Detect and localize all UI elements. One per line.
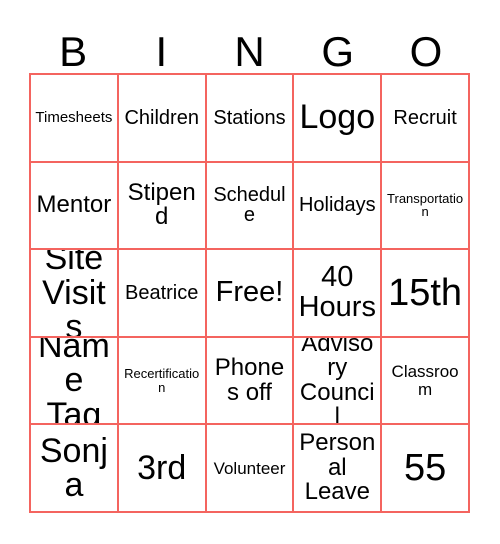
bingo-header-cell-g: G: [294, 18, 382, 73]
bingo-cell-label: Transportation: [387, 191, 464, 220]
bingo-cell[interactable]: Personal Leave: [294, 425, 383, 513]
bingo-cell[interactable]: Volunteer: [206, 425, 295, 513]
bingo-cell[interactable]: Advisory Council: [294, 337, 383, 426]
bingo-cell[interactable]: Logo: [294, 75, 383, 163]
bingo-cell-label: Mentor: [36, 191, 112, 219]
bingo-cell-label: 15th: [388, 271, 463, 314]
bingo-header-letter-g: G: [321, 28, 355, 75]
bingo-cell-label: Schedule: [213, 184, 286, 227]
bingo-header-letter-b: B: [59, 28, 88, 75]
bingo-header-cell-o: O: [382, 18, 470, 73]
bingo-cell-label: Beatrice: [125, 281, 199, 304]
bingo-cell[interactable]: Mentor: [31, 162, 119, 251]
bingo-cell[interactable]: Phones off: [206, 337, 295, 426]
bingo-cell-label: Stations: [213, 106, 286, 129]
bingo-cell[interactable]: Stipend: [118, 162, 207, 251]
bingo-cell-label: Recertification: [124, 366, 200, 395]
bingo-cell[interactable]: Schedule: [206, 162, 295, 251]
bingo-cell[interactable]: Recruit: [382, 75, 470, 163]
bingo-header-letter-o: O: [409, 28, 443, 75]
bingo-cell-free[interactable]: Free!: [206, 250, 295, 338]
bingo-cell-label: Site Visits: [42, 250, 106, 338]
bingo-cell-label: Holidays: [298, 194, 376, 217]
bingo-cell-label: Timesheets: [35, 109, 113, 127]
bingo-cell-label: Recruit: [393, 106, 457, 129]
bingo-header-letter-n: N: [234, 28, 265, 75]
bingo-cell[interactable]: Sonja: [31, 425, 119, 513]
bingo-cell[interactable]: Holidays: [294, 162, 383, 251]
bingo-cell-label: Logo: [299, 98, 376, 137]
bingo-header: B I N G O: [29, 18, 470, 73]
bingo-cell[interactable]: 40 Hours: [294, 250, 383, 338]
bingo-cell-label: Children: [124, 106, 199, 129]
bingo-cell-label: Phones off: [214, 354, 285, 406]
bingo-cell[interactable]: 3rd: [118, 425, 207, 513]
bingo-cell-label: 55: [403, 446, 447, 489]
bingo-cell-label: Sonja: [39, 431, 108, 505]
bingo-cell-label: 3rd: [137, 448, 187, 487]
bingo-cell[interactable]: 15th: [382, 250, 470, 338]
bingo-cell-label: Name Tag: [38, 337, 110, 426]
bingo-cell[interactable]: Site Visits: [31, 250, 119, 338]
bingo-cell[interactable]: Transportation: [382, 162, 470, 251]
bingo-cell-label: Personal Leave: [299, 429, 376, 506]
bingo-header-cell-b: B: [29, 18, 117, 73]
bingo-cell-label: Advisory Council: [299, 337, 375, 426]
bingo-cell[interactable]: Name Tag: [31, 337, 119, 426]
bingo-cell[interactable]: Timesheets: [31, 75, 119, 163]
bingo-cell-label: Classroom: [391, 362, 459, 399]
bingo-card: B I N G O Timesheets Children Stations L…: [0, 0, 500, 544]
bingo-cell-label: Stipend: [127, 178, 196, 231]
bingo-cell[interactable]: Stations: [206, 75, 295, 163]
bingo-cell[interactable]: Children: [118, 75, 207, 163]
bingo-cell-label: Free!: [215, 276, 284, 309]
bingo-cell[interactable]: Beatrice: [118, 250, 207, 338]
bingo-header-cell-n: N: [205, 18, 293, 73]
bingo-cell[interactable]: Recertification: [118, 337, 207, 426]
bingo-cell[interactable]: 55: [382, 425, 470, 513]
bingo-header-cell-i: I: [117, 18, 205, 73]
bingo-cell[interactable]: Classroom: [382, 337, 470, 426]
bingo-cell-label: 40 Hours: [298, 261, 376, 323]
bingo-grid: Timesheets Children Stations Logo Recrui…: [29, 73, 470, 513]
bingo-header-letter-i: I: [155, 28, 168, 75]
bingo-cell-label: Volunteer: [213, 458, 286, 478]
